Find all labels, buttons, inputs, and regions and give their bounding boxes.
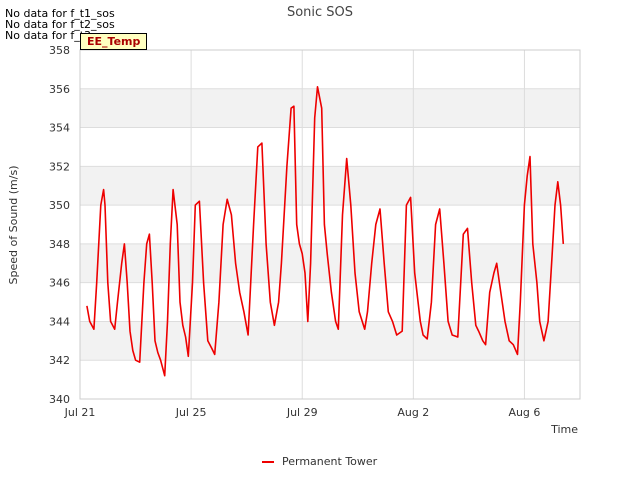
legend: Permanent Tower xyxy=(262,455,378,468)
y-axis: 340 342 344 346 348 350 352 354 356 358 xyxy=(49,44,70,406)
y-axis-label: Speed of Sound (m/s) xyxy=(7,166,20,285)
x-tick-label: Aug 6 xyxy=(508,406,540,419)
plot-band xyxy=(80,88,580,128)
y-tick-label: 342 xyxy=(49,354,70,367)
ee-temp-badge[interactable]: EE_Temp xyxy=(80,33,148,50)
x-tick-label: Jul 21 xyxy=(64,406,96,419)
plot-band xyxy=(80,166,580,206)
x-axis-label: Time xyxy=(550,423,578,436)
y-tick-label: 350 xyxy=(49,199,70,212)
plot-background-bands xyxy=(80,50,580,399)
y-tick-label: 352 xyxy=(49,160,70,173)
plot-band xyxy=(80,50,580,89)
chart-title: Sonic SOS xyxy=(287,5,353,20)
y-tick-label: 356 xyxy=(49,83,70,96)
legend-label-permanent-tower: Permanent Tower xyxy=(282,455,378,468)
y-tick-label: 348 xyxy=(49,238,70,251)
plot-band xyxy=(80,205,580,244)
plot-band xyxy=(80,127,580,167)
plot-band xyxy=(80,360,580,399)
plot-band xyxy=(80,282,580,322)
y-tick-label: 354 xyxy=(49,122,70,135)
y-tick-label: 346 xyxy=(49,277,70,290)
chart: 340342344346348350352354356358 Jul 21 Jul… xyxy=(7,5,581,468)
x-tick-label: Aug 2 xyxy=(397,406,429,419)
x-tick-label: Jul 25 xyxy=(175,406,207,419)
y-tick-label: 340 xyxy=(49,393,70,406)
x-tick-label: Jul 29 xyxy=(286,406,318,419)
y-tick-label: 358 xyxy=(49,44,70,57)
y-tick-label: 344 xyxy=(49,315,70,328)
x-axis: Jul 21 Jul 25 Jul 29 Aug 2 Aug 6 xyxy=(64,406,541,419)
